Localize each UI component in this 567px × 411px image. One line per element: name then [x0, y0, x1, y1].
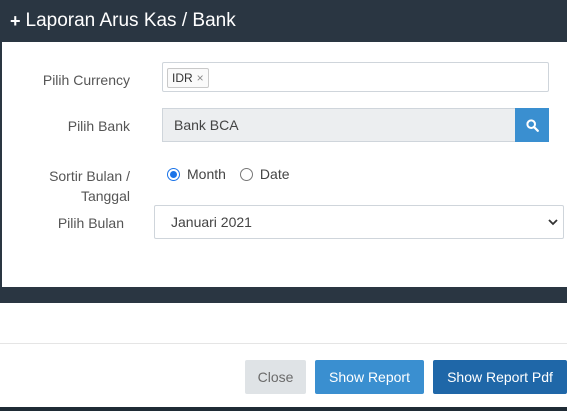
radio-month-label[interactable]: Month [187, 166, 226, 182]
radio-date[interactable] [239, 167, 253, 181]
sort-label-line2: Tanggal [80, 188, 130, 204]
bank-field[interactable]: Bank BCA [162, 108, 515, 142]
report-panel: + Laporan Arus Kas / Bank Pilih Currency… [0, 0, 567, 303]
currency-label: Pilih Currency [42, 72, 130, 88]
footer-divider [0, 343, 567, 344]
show-report-pdf-button[interactable]: Show Report Pdf [433, 360, 567, 394]
month-label: Pilih Bulan [57, 215, 124, 231]
panel-title: Laporan Arus Kas / Bank [25, 10, 236, 31]
sort-label-line1: Sortir Bulan / [49, 168, 130, 184]
radio-month[interactable] [167, 167, 180, 181]
tag-close-icon[interactable]: × [197, 71, 204, 85]
bank-search-button[interactable] [515, 108, 549, 142]
currency-tag: IDR × [167, 68, 209, 88]
sort-label: Sortir Bulan / Tanggal [32, 166, 130, 206]
currency-tag-input[interactable]: IDR × [162, 62, 549, 92]
month-select[interactable]: Januari 2021 [154, 205, 564, 239]
search-icon [525, 118, 539, 132]
sort-radio-group: Month Date [167, 166, 304, 182]
chevron-down-icon [548, 219, 558, 226]
bank-label: Pilih Bank [67, 118, 130, 134]
plus-icon: + [10, 11, 21, 31]
currency-tag-label: IDR [172, 71, 193, 85]
show-report-button[interactable]: Show Report [315, 360, 424, 394]
radio-date-label[interactable]: Date [260, 166, 290, 182]
close-button[interactable]: Close [245, 360, 306, 394]
panel-header: + Laporan Arus Kas / Bank [0, 0, 567, 42]
month-select-value: Januari 2021 [171, 214, 252, 230]
report-modal: + Laporan Arus Kas / Bank Pilih Currency… [0, 0, 567, 411]
panel-body: Pilih Currency IDR × Pilih Bank Bank BCA… [2, 42, 567, 287]
background-strip [0, 407, 567, 411]
